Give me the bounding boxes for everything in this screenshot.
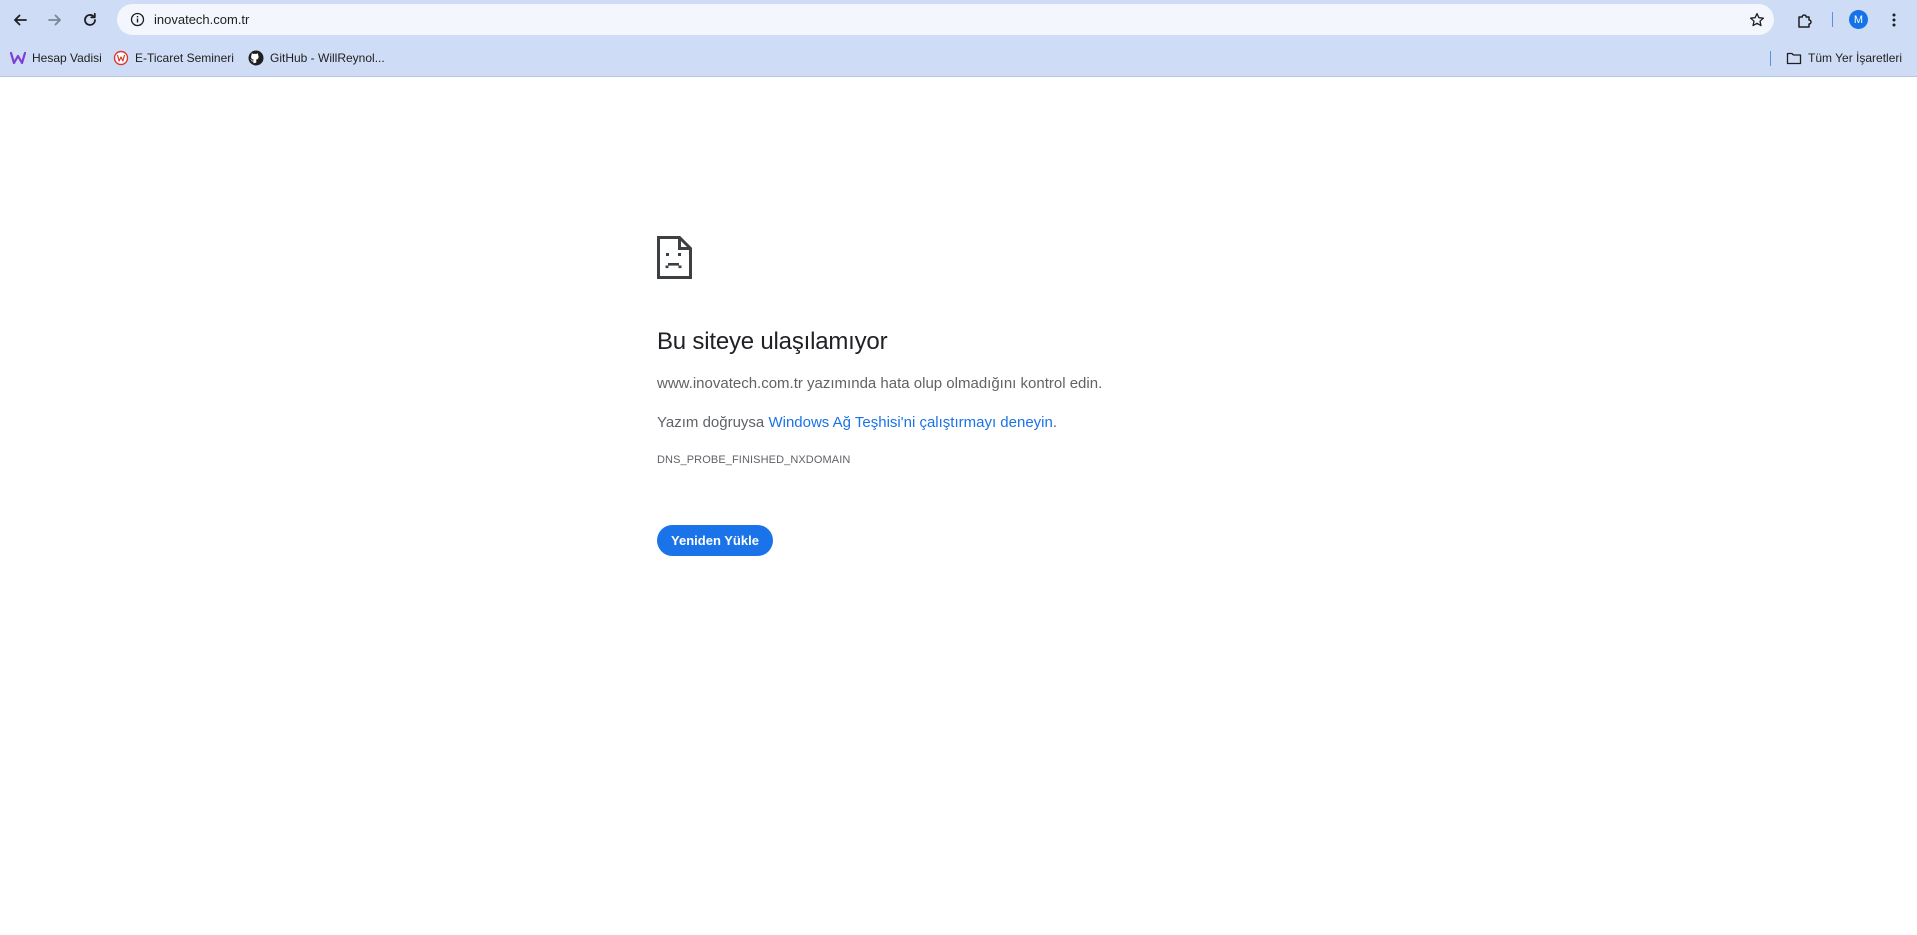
reload-page-button[interactable]: Yeniden Yükle [657, 525, 773, 556]
bookmark-label: E-Ticaret Semineri [135, 51, 234, 65]
address-bar[interactable]: inovatech.com.tr [117, 4, 1774, 35]
error-code: DNS_PROBE_FINISHED_NXDOMAIN [657, 454, 851, 466]
toolbar-separator [1832, 12, 1833, 27]
forward-button[interactable] [41, 6, 68, 33]
all-bookmarks-label: Tüm Yer İşaretleri [1808, 51, 1903, 65]
avatar: M [1849, 10, 1868, 29]
folder-icon [1786, 50, 1802, 66]
url-text[interactable]: inovatech.com.tr [154, 12, 249, 27]
forward-arrow-icon [47, 14, 61, 25]
profile-button[interactable]: M [1845, 6, 1872, 33]
network-diagnostics-link[interactable]: Windows Ağ Teşhisi'ni çalıştırmayı deney… [768, 414, 1052, 431]
back-arrow-icon [13, 14, 27, 25]
bookmarks-separator [1770, 51, 1771, 66]
reload-icon [83, 12, 96, 26]
error-diagnostics-line: Yazım doğruysa Windows Ağ Teşhisi'ni çal… [657, 414, 1057, 431]
all-bookmarks-button[interactable]: Tüm Yer İşaretleri [1782, 47, 1906, 69]
hesap-vadisi-favicon [10, 50, 26, 66]
e-ticaret-favicon [113, 50, 129, 66]
error-suggestion: www.inovatech.com.tr yazımında hata olup… [657, 375, 1103, 392]
extensions-icon [1797, 13, 1812, 28]
site-info-button[interactable] [126, 8, 149, 31]
site-info-icon [130, 12, 145, 27]
reload-button[interactable] [76, 6, 103, 33]
diagnostics-suffix: . [1052, 414, 1058, 431]
bookmark-hesap-vadisi[interactable]: Hesap Vadisi [6, 47, 106, 69]
browser-menu-button[interactable] [1880, 6, 1907, 33]
bookmarks-bar: Hesap Vadisi E-Ticaret Semineri GitHub -… [0, 39, 1917, 77]
bookmark-star-icon [1749, 12, 1764, 26]
bookmark-e-ticaret-semineri[interactable]: E-Ticaret Semineri [109, 47, 238, 69]
bookmark-label: Hesap Vadisi [32, 51, 102, 65]
diagnostics-prefix: Yazım doğruysa [657, 414, 769, 431]
browser-toolbar: inovatech.com.tr M [0, 0, 1917, 39]
error-title: Bu siteye ulaşılamıyor [657, 328, 888, 355]
bookmark-label: GitHub - WillReynol... [270, 51, 385, 65]
sad-page-icon [657, 236, 692, 279]
back-button[interactable] [6, 6, 33, 33]
bookmark-github[interactable]: GitHub - WillReynol... [244, 47, 389, 69]
extensions-button[interactable] [1791, 6, 1818, 33]
github-icon [248, 50, 264, 66]
kebab-menu-icon [1892, 13, 1895, 26]
bookmark-star-button[interactable] [1745, 8, 1768, 31]
